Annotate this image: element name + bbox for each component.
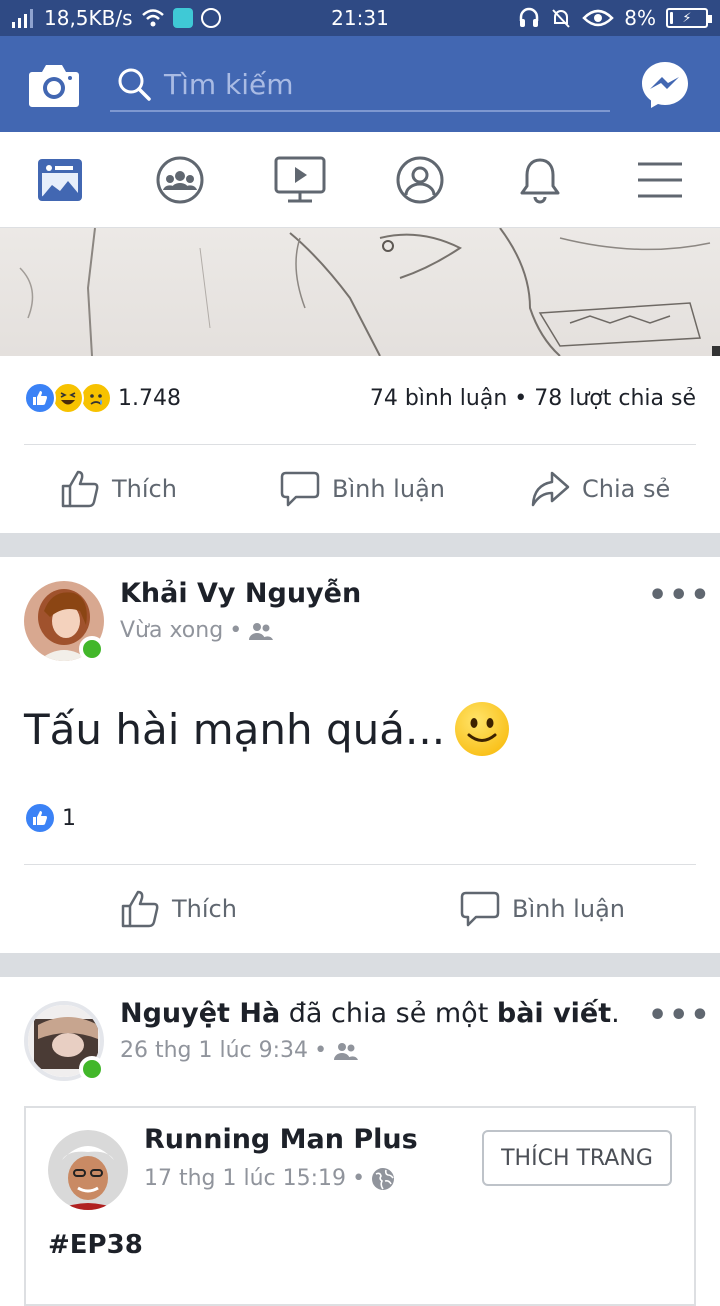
like-reaction-icon [24, 382, 56, 414]
profile-icon [396, 156, 444, 204]
shared-post-link[interactable]: bài viết [497, 998, 611, 1029]
messenger-icon[interactable] [640, 60, 690, 110]
watch-icon [274, 156, 326, 203]
author-name[interactable]: Nguyệt Hà [120, 998, 280, 1029]
mute-bell-icon [552, 9, 570, 28]
share-button[interactable]: Chia sẻ [530, 469, 670, 509]
friends-privacy-icon [334, 1042, 359, 1060]
friends-privacy-icon [249, 622, 274, 640]
reaction-count: 1.748 [118, 385, 181, 411]
feed-separator [0, 533, 720, 557]
shared-post-time[interactable]: 17 thg 1 lúc 15:19 [144, 1166, 346, 1191]
haha-reaction-icon [52, 382, 84, 414]
hashtag-link[interactable]: #EP38 [48, 1230, 143, 1260]
battery-percent: 8% [624, 6, 656, 30]
groups-icon [156, 156, 204, 204]
comment-icon [280, 471, 320, 507]
camera-icon[interactable] [28, 60, 80, 108]
author-name[interactable]: Khải Vy Nguyễn [120, 578, 361, 609]
sync-icon [200, 8, 221, 28]
post-text: Tấu hài mạnh quá... [24, 702, 510, 756]
page-name[interactable]: Running Man Plus [144, 1124, 418, 1155]
meta-separator: • [229, 618, 243, 643]
more-options-button[interactable]: ••• [648, 998, 712, 1033]
tab-groups[interactable] [154, 154, 206, 206]
thumbs-up-icon [61, 470, 99, 508]
search-placeholder: Tìm kiếm [164, 67, 294, 101]
eye-icon [582, 9, 615, 27]
headset-icon [520, 7, 539, 27]
page-avatar-image [48, 1130, 128, 1210]
news-feed-icon [38, 159, 82, 201]
sketch-image [19, 228, 720, 356]
post-meta: Vừa xong • [120, 618, 274, 643]
online-indicator [79, 1056, 105, 1082]
share-action-text: đã chia sẻ một [280, 998, 497, 1029]
reactions-summary[interactable]: 1.748 74 bình luận • 78 lượt chia sẻ [24, 378, 696, 418]
nav-tabs [0, 132, 720, 228]
comment-button[interactable]: Bình luận [280, 469, 445, 509]
globe-icon [372, 1167, 395, 1190]
network-speed: 18,5KB/s [44, 6, 133, 30]
online-indicator [79, 636, 105, 662]
post-meta: 26 thg 1 lúc 9:34 • [120, 1038, 359, 1063]
like-page-button[interactable]: THÍCH TRANG [482, 1130, 672, 1186]
smiley-emoji-icon [455, 702, 510, 756]
comment-share-stats[interactable]: 74 bình luận • 78 lượt chia sẻ [370, 386, 696, 411]
share-action-suffix: . [611, 998, 620, 1029]
feed-separator [0, 953, 720, 977]
status-bar: 18,5KB/s 21:31 8% ⚡ [0, 0, 720, 36]
post-text-content: Tấu hài mạnh quá... [24, 704, 446, 754]
share-header: Nguyệt Hà đã chia sẻ một bài viết. [120, 998, 620, 1029]
tab-news-feed[interactable] [34, 154, 86, 206]
shared-post-meta: 17 thg 1 lúc 15:19 • [144, 1166, 395, 1191]
tab-profile[interactable] [394, 154, 446, 206]
signal-icon [12, 9, 33, 28]
page-avatar[interactable] [48, 1130, 128, 1210]
more-options-button[interactable]: ••• [648, 578, 712, 613]
post-time[interactable]: Vừa xong [120, 618, 223, 643]
reaction-count: 1 [62, 805, 76, 831]
menu-icon [638, 162, 682, 198]
like-reaction-icon [24, 802, 56, 834]
bell-icon [520, 158, 560, 204]
post-actions: Thích Bình luận Chia sẻ [0, 445, 720, 533]
post-image[interactable] [0, 228, 720, 356]
reactions-summary[interactable]: 1 [24, 798, 696, 838]
battery-icon: ⚡ [666, 8, 712, 28]
comment-label: Bình luận [512, 895, 625, 923]
post-time[interactable]: 26 thg 1 lúc 9:34 [120, 1038, 308, 1063]
app-notification-icon [172, 8, 193, 28]
share-icon [531, 471, 570, 507]
tab-notifications[interactable] [514, 154, 566, 206]
tab-menu[interactable] [634, 154, 686, 206]
comment-label: Bình luận [332, 475, 445, 503]
comment-button[interactable]: Bình luận [460, 889, 625, 929]
meta-separator: • [314, 1038, 328, 1063]
thumbs-up-icon [121, 890, 159, 928]
meta-separator: • [352, 1166, 366, 1191]
like-label: Thích [172, 895, 237, 923]
tab-watch[interactable] [274, 154, 326, 206]
like-button[interactable]: Thích [120, 889, 237, 929]
post-actions: Thích Bình luận [0, 865, 720, 953]
search-icon [118, 68, 151, 101]
share-label: Chia sẻ [582, 475, 671, 503]
like-label: Thích [112, 475, 177, 503]
top-bar: Tìm kiếm [0, 36, 720, 132]
comment-icon [460, 891, 500, 927]
sad-reaction-icon [80, 382, 112, 414]
like-button[interactable]: Thích [60, 469, 177, 509]
search-input[interactable]: Tìm kiếm [110, 58, 610, 112]
wifi-icon [141, 9, 164, 27]
